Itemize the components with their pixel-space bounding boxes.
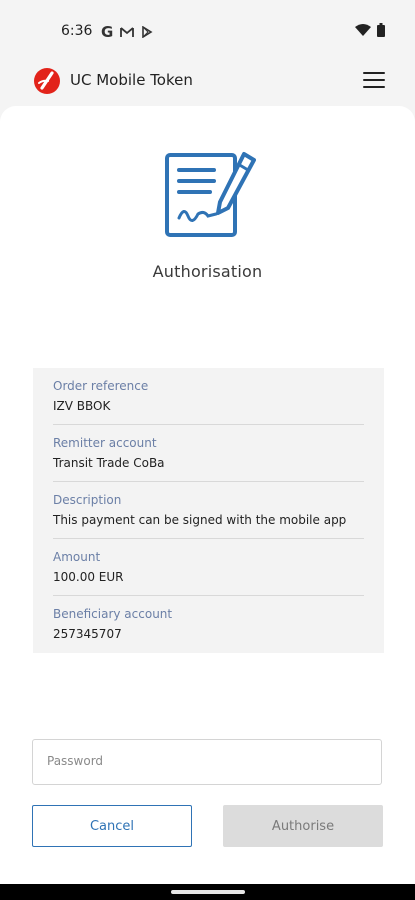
authorisation-card: Authorisation Order reference IZV BBOK R… <box>0 106 415 886</box>
detail-order-reference: Order reference IZV BBOK <box>53 368 364 425</box>
transaction-details: Order reference IZV BBOK Remitter accoun… <box>33 368 384 653</box>
system-navigation-bar <box>0 884 415 900</box>
detail-value: IZV BBOK <box>53 399 111 413</box>
app-bar: UC Mobile Token <box>0 60 415 104</box>
battery-icon <box>377 23 385 37</box>
authorise-button[interactable]: Authorise <box>223 805 383 847</box>
home-gesture-handle[interactable] <box>171 890 245 894</box>
detail-value: Transit Trade CoBa <box>53 456 165 470</box>
status-time: 6:36 <box>61 23 93 39</box>
notification-icons: G <box>101 23 153 41</box>
detail-label: Order reference <box>53 379 149 393</box>
app-title: UC Mobile Token <box>70 71 193 89</box>
wifi-icon <box>355 24 371 36</box>
sign-document-icon <box>165 152 256 237</box>
detail-label: Amount <box>53 550 101 564</box>
password-field[interactable] <box>32 739 382 785</box>
detail-value: This payment can be signed with the mobi… <box>53 513 347 527</box>
detail-amount: Amount 100.00 EUR <box>53 539 364 596</box>
unicredit-logo <box>34 68 60 94</box>
hamburger-menu-icon[interactable] <box>363 72 385 90</box>
detail-label: Beneficiary account <box>53 607 173 621</box>
system-icons <box>355 23 385 37</box>
detail-remitter-account: Remitter account Transit Trade CoBa <box>53 425 364 482</box>
detail-beneficiary-account: Beneficiary account 257345707 <box>53 596 364 652</box>
google-icon: G <box>101 23 114 41</box>
screen-title: Authorisation <box>152 262 263 281</box>
cancel-button[interactable]: Cancel <box>32 805 192 847</box>
play-store-icon <box>142 26 153 38</box>
detail-description: Description This payment can be signed w… <box>53 482 364 539</box>
status-bar: 6:36 G <box>0 0 415 60</box>
detail-label: Description <box>53 493 122 507</box>
detail-value: 100.00 EUR <box>53 570 124 584</box>
password-input[interactable] <box>45 753 369 769</box>
detail-label: Remitter account <box>53 436 157 450</box>
detail-value: 257345707 <box>53 627 122 641</box>
gmail-icon <box>120 26 135 37</box>
